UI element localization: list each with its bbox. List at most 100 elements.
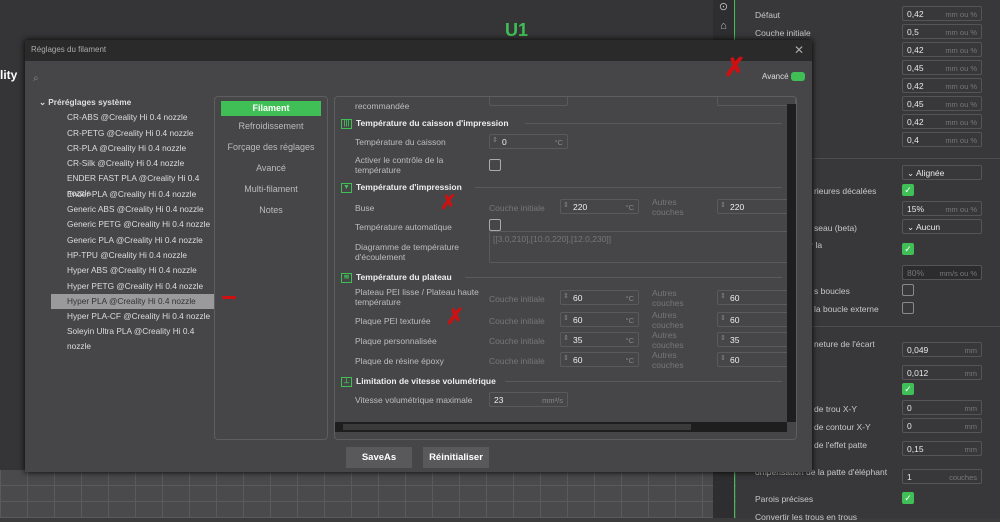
initial-layer-label: Couche initiale bbox=[489, 316, 545, 326]
save-as-button[interactable]: SaveAs bbox=[346, 447, 412, 468]
preset-item[interactable]: Generic PLA @Creality Hi 0.4 nozzle bbox=[51, 233, 215, 248]
recommended-max-input[interactable] bbox=[717, 97, 796, 106]
other-layers-label: Autres couches bbox=[652, 310, 684, 330]
seam-select[interactable]: ⌄ Alignée bbox=[902, 165, 982, 180]
horizontal-scrollbar[interactable] bbox=[335, 422, 787, 432]
setting-input[interactable]: 0,42 mm ou % bbox=[902, 42, 982, 57]
staggered-label: rieures décalées bbox=[814, 186, 877, 196]
initial-layer-label: Couche initiale bbox=[489, 356, 545, 366]
resolution-input[interactable]: 0,012 mm bbox=[902, 365, 982, 380]
search-icon[interactable]: ⌕ bbox=[33, 73, 39, 84]
tree-root[interactable]: ⌄ Préréglages système bbox=[35, 95, 215, 110]
preset-item[interactable]: HP-TPU @Creality Hi 0.4 nozzle bbox=[51, 248, 215, 263]
annotation-mark: ✗ bbox=[440, 192, 457, 214]
loops-checkbox[interactable] bbox=[902, 284, 914, 296]
bed-label: Plaque PEI texturée bbox=[355, 316, 431, 326]
annotation-mark bbox=[222, 296, 236, 299]
recommended-min-input[interactable] bbox=[489, 97, 568, 106]
convert-holes-label: Convertir les trous en trous bbox=[755, 512, 858, 522]
setting-input[interactable]: 0,42 mm ou % bbox=[902, 114, 982, 129]
contour-label: de contour X-Y bbox=[814, 422, 871, 432]
nozzle-initial-input[interactable]: ⇕ 220 °C bbox=[560, 199, 639, 214]
elephant-layers-input[interactable]: 1 couches bbox=[902, 469, 982, 484]
flow-diagram-label: Diagramme de température d'écoulement bbox=[355, 242, 459, 262]
bed-initial-input[interactable]: ⇕ 35 °C bbox=[560, 332, 639, 347]
annotation-mark: ✗ bbox=[724, 52, 746, 82]
preset-item[interactable]: Hyper ABS @Creality Hi 0.4 nozzle bbox=[51, 263, 215, 278]
nav-tab[interactable]: Multi-filament bbox=[215, 181, 327, 202]
bed-other-input[interactable]: ⇕ 60 bbox=[717, 290, 796, 305]
setting-input[interactable]: 0,4 mm ou % bbox=[902, 132, 982, 147]
preset-item[interactable]: CR-Silk @Creality Hi 0.4 nozzle bbox=[51, 156, 215, 171]
bed-initial-input[interactable]: ⇕ 60 °C bbox=[560, 352, 639, 367]
preset-item[interactable]: ENDER FAST PLA @Creality Hi 0.4 nozzle bbox=[51, 171, 215, 198]
chamber-icon: ||| bbox=[341, 118, 352, 129]
flow-diagram-input[interactable]: [[3.0,210],[10.0,220],[12.0,230]] bbox=[489, 231, 789, 263]
auto-temp-checkbox[interactable] bbox=[489, 219, 501, 231]
bed-label: Plaque personnalisée bbox=[355, 336, 437, 346]
nav-tab[interactable]: Notes bbox=[215, 202, 327, 223]
wipe-checkbox[interactable]: ✓ bbox=[902, 243, 914, 255]
preset-item[interactable]: CR-PLA @Creality Hi 0.4 nozzle bbox=[51, 141, 215, 156]
elephant-label: de l'effet patte bbox=[814, 440, 867, 450]
ure-input[interactable]: 15% mm ou % bbox=[902, 201, 982, 216]
setting-input[interactable]: 0,45 mm ou % bbox=[902, 96, 982, 111]
beta-label: seau (beta) bbox=[814, 223, 857, 233]
bed-other-input[interactable]: ⇕ 35 bbox=[717, 332, 796, 347]
bed-label: Plateau PEI lisse / Plateau haute tempér… bbox=[355, 287, 479, 307]
nozzle-other-input[interactable]: ⇕ 220 bbox=[717, 199, 796, 214]
settings-icon[interactable]: ⊙ bbox=[713, 0, 734, 20]
volumetric-input[interactable]: 23 mm³/s bbox=[489, 392, 568, 407]
bed-label: Plaque de résine époxy bbox=[355, 356, 444, 366]
setting-input[interactable]: 0,5 mm ou % bbox=[902, 24, 982, 39]
other-layers-label: Autres couches bbox=[652, 330, 684, 350]
initial-layer-label: Couche initiale bbox=[489, 294, 545, 304]
setting-input[interactable]: 0,42 mm ou % bbox=[902, 78, 982, 93]
preset-item[interactable]: Generic PETG @Creality Hi 0.4 nozzle bbox=[51, 217, 215, 232]
bed-temp-section: ≋ Température du plateau bbox=[341, 272, 452, 283]
preset-item[interactable]: Hyper PETG @Creality Hi 0.4 nozzle bbox=[51, 279, 215, 294]
chamber-ctrl-checkbox[interactable] bbox=[489, 159, 501, 171]
wipe-speed-input[interactable]: 80% mm/s ou % bbox=[902, 265, 982, 280]
preset-item[interactable]: Generic ABS @Creality Hi 0.4 nozzle bbox=[51, 202, 215, 217]
nav-tab[interactable]: Filament bbox=[221, 101, 321, 116]
preset-item[interactable]: CR-PETG @Creality Hi 0.4 nozzle bbox=[51, 126, 215, 141]
plate-label: U1 bbox=[505, 20, 529, 40]
precise-walls-checkbox[interactable]: ✓ bbox=[902, 492, 914, 504]
preset-item[interactable]: Hyper PLA @Creality Hi 0.4 nozzle bbox=[51, 293, 215, 310]
bed-initial-input[interactable]: ⇕ 60 °C bbox=[560, 290, 639, 305]
preset-item[interactable]: CR-ABS @Creality Hi 0.4 nozzle bbox=[51, 110, 215, 125]
initial-layer-label: Couche initiale bbox=[489, 203, 545, 213]
staggered-checkbox[interactable]: ✓ bbox=[902, 184, 914, 196]
contour-input[interactable]: 0 mm bbox=[902, 418, 982, 433]
nav-tab[interactable]: Forçage des réglages bbox=[215, 139, 327, 160]
outer-loop-label: la boucle externe bbox=[814, 304, 879, 314]
outer-loop-checkbox[interactable] bbox=[902, 302, 914, 314]
elephant-input[interactable]: 0,15 mm bbox=[902, 441, 982, 456]
gap-input[interactable]: 0,049 mm bbox=[902, 342, 982, 357]
preset-item[interactable]: Soleyin Ultra PLA @Creality Hi 0.4 nozzl… bbox=[51, 324, 215, 351]
loops-label: s boucles bbox=[814, 286, 850, 296]
setting-input[interactable]: 0,42 mm ou % bbox=[902, 6, 982, 21]
nav-tab[interactable]: Avancé bbox=[215, 160, 327, 181]
close-icon[interactable]: ✕ bbox=[794, 43, 804, 57]
reset-button[interactable]: Réinitialiser bbox=[423, 447, 489, 468]
s-checkbox[interactable]: ✓ bbox=[902, 383, 914, 395]
bed-other-input[interactable]: ⇕ 60 bbox=[717, 312, 796, 327]
setting-input[interactable]: 0,45 mm ou % bbox=[902, 60, 982, 75]
bed-other-input[interactable]: ⇕ 60 bbox=[717, 352, 796, 367]
hole-input[interactable]: 0 mm bbox=[902, 400, 982, 415]
advanced-toggle[interactable] bbox=[791, 72, 805, 81]
chamber-temp-input[interactable]: ⇕ 0 °C bbox=[489, 134, 568, 149]
settings-content: recommandée ||| Température du caisson d'… bbox=[334, 96, 797, 440]
bed-initial-input[interactable]: ⇕ 60 °C bbox=[560, 312, 639, 327]
recommended-label: recommandée bbox=[355, 101, 410, 111]
support-icon[interactable]: ⌂ bbox=[713, 20, 734, 40]
nav-tab[interactable]: Refroidissement bbox=[215, 118, 327, 139]
vertical-scrollbar[interactable] bbox=[787, 104, 796, 422]
annotation-mark: ✗ bbox=[446, 304, 465, 329]
preset-item[interactable]: Hyper PLA-CF @Creality Hi 0.4 nozzle bbox=[51, 309, 215, 324]
heat-icon: ≋ bbox=[341, 272, 352, 283]
beta-select[interactable]: ⌄ Aucun bbox=[902, 219, 982, 234]
preset-item[interactable]: Ender-PLA @Creality Hi 0.4 nozzle bbox=[51, 187, 215, 202]
